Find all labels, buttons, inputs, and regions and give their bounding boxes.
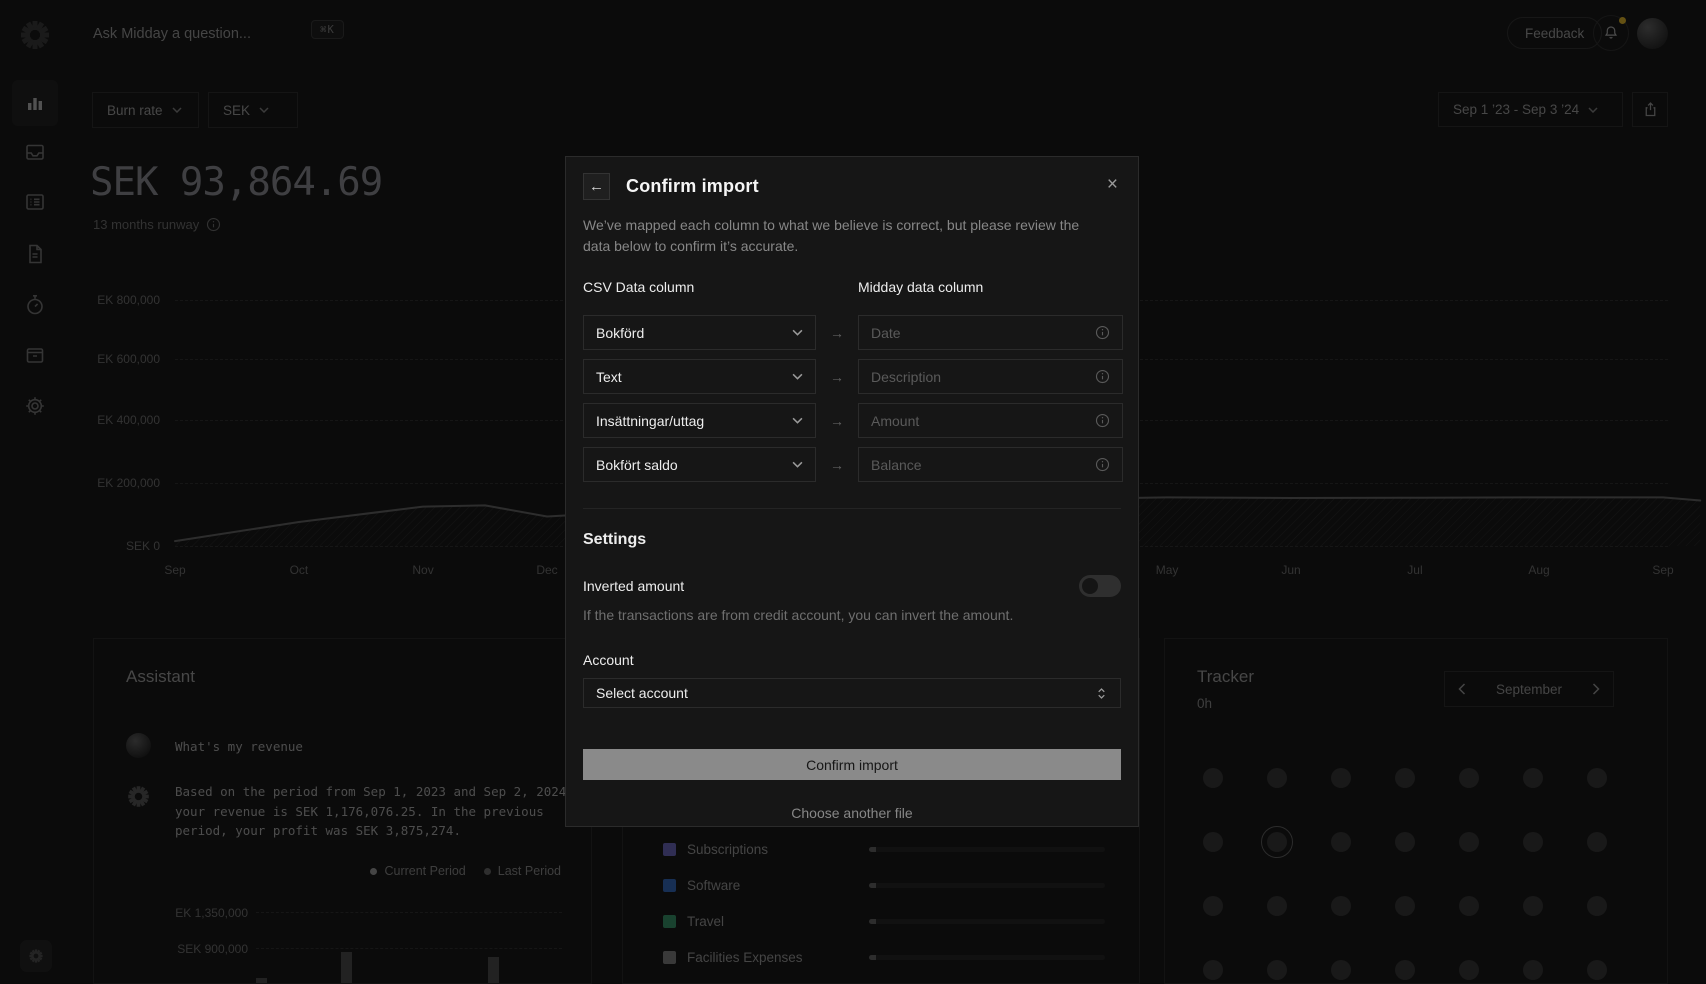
chevron-up-down-icon: [1095, 686, 1108, 701]
arrow-right-icon: →: [816, 457, 858, 473]
chevron-down-icon: [792, 461, 803, 468]
csv-column-select-bokford[interactable]: Bokförd: [583, 315, 816, 350]
select-value: Text: [596, 369, 622, 385]
info-icon[interactable]: [1095, 457, 1110, 472]
csv-column-header: CSV Data column: [583, 279, 816, 295]
csv-column-select-insattningar[interactable]: Insättningar/uttag: [583, 403, 816, 438]
field-placeholder: Amount: [871, 413, 919, 429]
csv-column-select-text[interactable]: Text: [583, 359, 816, 394]
info-icon[interactable]: [1095, 413, 1110, 428]
account-label: Account: [583, 652, 1121, 668]
field-placeholder: Balance: [871, 457, 922, 473]
dialog-header: ← Confirm import ×: [583, 173, 1121, 200]
chevron-down-icon: [792, 417, 803, 424]
inverted-amount-hint: If the transactions are from credit acco…: [583, 607, 1121, 623]
midday-field-amount[interactable]: Amount: [858, 403, 1123, 438]
inverted-amount-toggle[interactable]: [1079, 575, 1121, 597]
chevron-down-icon: [792, 329, 803, 336]
dialog-description: We’ve mapped each column to what we beli…: [583, 215, 1103, 257]
field-placeholder: Date: [871, 325, 901, 341]
confirm-import-dialog: ← Confirm import × We’ve mapped each col…: [565, 156, 1139, 827]
select-value: Bokförd: [596, 325, 644, 341]
confirm-import-button[interactable]: Confirm import: [583, 749, 1121, 780]
inverted-amount-row: Inverted amount: [583, 575, 1121, 597]
settings-heading: Settings: [583, 531, 1121, 549]
close-icon: ×: [1107, 174, 1118, 195]
section-divider: [583, 508, 1121, 509]
account-select-value: Select account: [596, 685, 688, 701]
midday-field-date[interactable]: Date: [858, 315, 1123, 350]
back-arrow-icon: ←: [589, 178, 604, 195]
midday-field-balance[interactable]: Balance: [858, 447, 1123, 482]
midday-field-description[interactable]: Description: [858, 359, 1123, 394]
account-select[interactable]: Select account: [583, 678, 1121, 708]
csv-column-select-bokfort-saldo[interactable]: Bokfört saldo: [583, 447, 816, 482]
select-value: Insättningar/uttag: [596, 413, 704, 429]
info-icon[interactable]: [1095, 325, 1110, 340]
midday-column-header: Midday data column: [858, 279, 1123, 295]
choose-another-file-link[interactable]: Choose another file: [583, 805, 1121, 821]
field-placeholder: Description: [871, 369, 941, 385]
arrow-right-icon: →: [816, 369, 858, 385]
back-button[interactable]: ←: [583, 173, 610, 200]
dialog-title: Confirm import: [626, 176, 759, 197]
arrow-right-icon: →: [816, 325, 858, 341]
arrow-right-icon: →: [816, 413, 858, 429]
toggle-knob: [1082, 578, 1098, 594]
close-button[interactable]: ×: [1107, 175, 1118, 194]
inverted-amount-label: Inverted amount: [583, 578, 684, 594]
select-value: Bokfört saldo: [596, 457, 678, 473]
info-icon[interactable]: [1095, 369, 1110, 384]
chevron-down-icon: [792, 373, 803, 380]
column-mapping-grid: CSV Data column Midday data column Bokfö…: [583, 279, 1121, 482]
